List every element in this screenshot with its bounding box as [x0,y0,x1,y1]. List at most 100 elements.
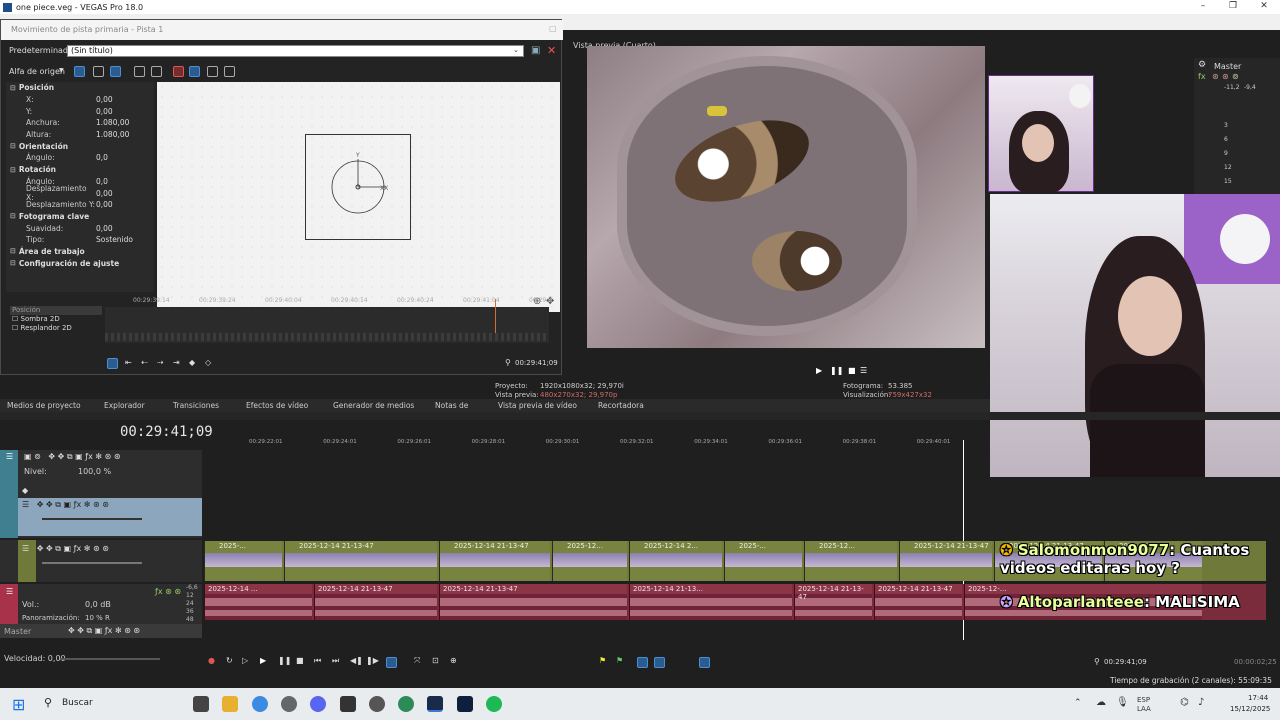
loop-icon[interactable]: ↻ [226,656,233,665]
lock-aspect-icon[interactable] [173,66,184,77]
track-3-level-slider[interactable] [42,562,142,564]
master-track-header[interactable]: Master ✥ ✥ ⧉ ▣ ƒx ✻ ⊛ ⊛ [0,624,202,638]
property-value[interactable]: 0,0 [96,177,108,186]
dock-tab[interactable]: Efectos de vídeo [246,401,308,410]
video-clip[interactable]: 2025-12-14 2... [629,541,722,581]
speed-slider[interactable] [60,658,160,660]
clock-time[interactable]: 17:44 [1248,694,1268,702]
property-row[interactable]: Desplazamiento X: 0,00 [6,184,154,202]
spotify-icon[interactable] [486,696,502,712]
video-clip[interactable]: 2025-12... [552,541,627,581]
prev-keyframe-icon[interactable]: ⇠ [141,358,148,367]
rotate-icon[interactable] [74,66,85,77]
preview-play-icon[interactable]: ▶ [816,366,822,375]
property-group[interactable]: Área de trabajo [6,246,154,258]
property-row[interactable]: X: 0,00 [6,94,154,106]
go-end-icon[interactable]: ⏭ [332,656,339,666]
magnet-icon[interactable] [93,66,104,77]
video-clip[interactable]: 2025-... [724,541,802,581]
audio-track-header[interactable]: ☰ Vol.: 0,0 dB Panoramización: 10 % R ƒx… [0,584,202,624]
audio-clip[interactable]: 2025-12-14 21-13-47 [314,584,437,620]
master-mute-icon[interactable]: ⊛ [1212,72,1219,81]
prev-frame-icon[interactable]: ◀❚ [350,656,363,665]
property-row[interactable]: Y: 0,00 [6,105,154,117]
selection-tool-icon[interactable]: ⊡ [432,656,439,665]
sync-cursor-icon[interactable] [107,358,118,369]
discord-icon[interactable] [310,696,326,712]
preset-select[interactable]: (Sin título) [67,45,524,57]
tray-mic-icon[interactable]: 🎙 [1116,697,1129,708]
app-green-icon[interactable] [398,696,414,712]
property-value[interactable]: 0,00 [96,224,113,233]
chevron-down-icon[interactable]: ⌄ [513,46,519,54]
master-automation-icon[interactable]: ⊚ [1232,72,1239,81]
dock-tab[interactable]: Explorador [104,401,145,410]
tray-lang[interactable]: ESP [1137,696,1150,704]
dock-tab[interactable]: Medios de proyecto [7,401,81,410]
kf-scroll-track[interactable] [105,333,549,341]
chrome-icon[interactable] [252,696,268,712]
pause-icon[interactable]: ❚❚ [278,656,291,665]
next-keyframe-icon[interactable]: ⇢ [157,358,164,367]
property-row[interactable]: Altura: 1.080,00 [6,129,154,141]
property-value[interactable]: 0,00 [96,189,113,198]
track-1-level-value[interactable]: 100,0 % [78,467,111,476]
region-icon[interactable]: ⚑ [616,656,623,665]
origin-dropdown[interactable]: Alfa de origen [9,67,65,76]
track-1-header[interactable]: ☰ ▣ ⊚ ✥ ✥ ⧉ ▣ ƒx ✻ ⊛ ⊛ Nivel: 100,0 % ◆ [0,450,202,496]
property-value[interactable]: 0,00 [96,95,113,104]
property-group[interactable]: Fotograma clave [6,211,154,223]
auto-ripple-icon[interactable] [699,657,710,668]
taskbar-search[interactable]: Buscar [62,698,93,708]
audio-fx-icon[interactable]: ƒx ⊛ ⊛ [155,587,181,596]
dock-tab[interactable]: Vista previa de vídeo [498,401,577,410]
tray-chevron-icon[interactable]: ⌃ [1074,698,1082,708]
motion-canvas[interactable]: Y XX ⊕ ✥ [157,82,560,312]
audio-menu-icon[interactable]: ☰ [6,587,13,596]
video-clip[interactable]: 2025-12... [804,541,897,581]
vegas-taskbar-icon[interactable] [427,696,443,712]
audio-clip[interactable]: 2025-12-14 21-13-47 [439,584,627,620]
track-2-level-slider[interactable] [42,518,142,520]
property-value[interactable]: 0,00 [96,107,113,116]
close-icon[interactable]: ✕ [1257,1,1271,11]
property-row[interactable]: Ángulo: 0,0 [6,152,154,164]
edit-mode-icon[interactable] [110,66,121,77]
prevent-movement-x-icon[interactable] [207,66,218,77]
tray-cloud-icon[interactable]: ☁ [1096,697,1106,708]
property-group[interactable]: Posición [6,82,154,94]
video-clip[interactable]: 2025-... [204,541,282,581]
taskview-icon[interactable] [193,696,209,712]
tray-layout[interactable]: LAA [1137,705,1151,713]
scale-about-center-icon[interactable] [189,66,200,77]
video-clip[interactable]: 2025-12-14 21-13-47 [439,541,550,581]
master-settings-icon[interactable]: ⚙ [1198,60,1206,70]
stop-icon[interactable]: ■ [296,656,304,665]
preview-menu-icon[interactable]: ☰ [860,366,867,375]
audio-clip[interactable]: 2025-12-14 ... [204,584,312,620]
timeline-ruler[interactable]: 00:29:22:01 00:29:24:01 00:29:26:01 00:29:2… [204,436,1280,448]
property-value[interactable]: Sostenido [96,235,133,244]
record-icon[interactable]: ● [208,656,215,665]
master-track-icons[interactable]: ✥ ✥ ⧉ ▣ ƒx ✻ ⊛ ⊛ [68,626,140,636]
property-group[interactable]: Configuración de ajuste [6,257,154,269]
rotation-handle[interactable]: Y XX [306,135,412,241]
marker-icon[interactable]: ⚑ [599,656,606,665]
delete-keyframe-icon[interactable]: ◇ [205,358,211,367]
settings-app-icon[interactable] [281,696,297,712]
audio-pan-value[interactable]: 10 % R [85,614,110,622]
maximize-icon[interactable]: ❐ [1226,1,1240,11]
audio-vol-value[interactable]: 0,0 dB [85,600,111,609]
delete-preset-icon[interactable]: ✕ [547,44,556,57]
photoshop-icon[interactable] [457,696,473,712]
property-row[interactable]: Tipo: Sostenido [6,234,154,246]
property-value[interactable]: 0,00 [96,200,113,209]
motion-frame[interactable]: Y XX [305,134,411,240]
property-value[interactable]: 1.080,00 [96,118,129,127]
tray-network-icon[interactable]: ⌬ [1180,697,1189,708]
master-fx-icon[interactable]: fx [1198,72,1206,81]
property-row[interactable]: Anchura: 1.080,00 [6,117,154,129]
dialog-close-icon[interactable]: ▢ [549,24,557,33]
taskbar-search-icon[interactable]: ⚲ [44,696,52,709]
first-keyframe-icon[interactable]: ⇤ [125,358,132,367]
